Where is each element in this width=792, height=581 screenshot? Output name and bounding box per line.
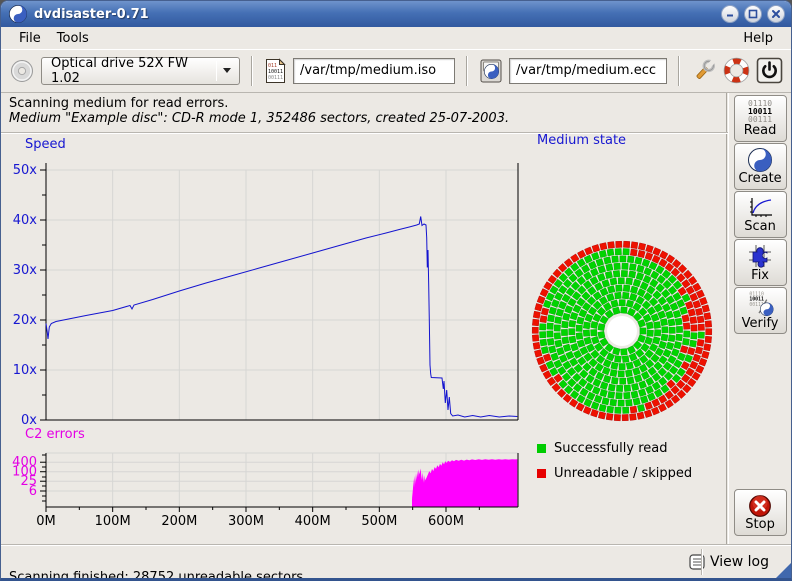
fix-button[interactable]: Fix xyxy=(734,239,787,286)
disc-hub-hole xyxy=(607,316,637,346)
chevron-down-icon xyxy=(223,68,231,73)
ecc-path-input[interactable] xyxy=(509,58,667,84)
legend-unreadable-label: Unreadable / skipped xyxy=(554,466,692,481)
legend-read-label: Successfully read xyxy=(554,441,667,456)
menubar: File Tools Help xyxy=(1,27,791,49)
toolbar-separator xyxy=(678,56,680,86)
action-sidebar: 01110 10011 00111 Read Create Scan xyxy=(729,93,791,544)
app-window: dvdisaster-0.71 File Tools Help Optical … xyxy=(0,0,792,581)
c2-errors-area xyxy=(412,459,517,506)
svg-text:20x: 20x xyxy=(13,313,38,328)
speed-line xyxy=(46,217,517,418)
yinyang-icon xyxy=(748,148,772,172)
legend-read: Successfully read xyxy=(537,441,667,456)
lifebuoy-icon xyxy=(723,57,750,84)
stop-button[interactable]: Stop xyxy=(734,489,787,536)
quit-button[interactable] xyxy=(756,57,783,84)
resize-grip[interactable] xyxy=(775,563,791,579)
combo-divider xyxy=(216,61,217,81)
svg-text:01110: 01110 xyxy=(749,291,764,297)
svg-text:400: 400 xyxy=(12,455,37,470)
puzzle-piece-icon xyxy=(747,243,773,269)
iso-file-icon: 011 10011 00111 xyxy=(264,58,287,84)
svg-text:400M: 400M xyxy=(295,514,331,529)
app-yinyang-icon xyxy=(9,5,27,23)
chart-panel: Scanning medium for read errors. Medium … xyxy=(1,93,726,544)
toolbar-separator xyxy=(466,56,468,86)
maximize-icon xyxy=(748,9,758,19)
wrench-icon xyxy=(691,58,717,84)
svg-text:100M: 100M xyxy=(95,514,131,529)
status-block: Scanning medium for read errors. Medium … xyxy=(9,96,509,126)
main-area: Scanning medium for read errors. Medium … xyxy=(1,93,791,544)
close-icon xyxy=(771,9,781,19)
svg-text:10011: 10011 xyxy=(749,297,764,303)
status-line1: Scanning medium for read errors. xyxy=(9,96,509,111)
minimize-icon xyxy=(725,9,735,19)
svg-text:50x: 50x xyxy=(13,163,38,178)
menu-file[interactable]: File xyxy=(11,29,49,48)
svg-text:30x: 30x xyxy=(13,263,38,278)
iso-path-input[interactable] xyxy=(293,58,455,84)
minimize-button[interactable] xyxy=(721,5,739,23)
svg-text:300M: 300M xyxy=(228,514,264,529)
create-button[interactable]: Create xyxy=(734,143,787,190)
svg-text:600M: 600M xyxy=(428,514,464,529)
read-swatch xyxy=(537,444,546,453)
svg-text:200M: 200M xyxy=(161,514,197,529)
charts-and-disc-canvas: 0x10x20x30x40x50x6251004000M100M200M300M… xyxy=(1,133,725,544)
iso-file-button[interactable]: 011 10011 00111 xyxy=(264,58,287,84)
stop-icon xyxy=(748,494,772,518)
drive-select-value: Optical drive 52X FW 1.02 xyxy=(51,56,210,86)
view-log-label: View log xyxy=(710,554,769,570)
verify-button[interactable]: 01110 10011 00111 Verify xyxy=(734,287,787,334)
optical-drive-icon xyxy=(9,58,35,84)
maximize-button[interactable] xyxy=(744,5,762,23)
help-lifebuoy-button[interactable] xyxy=(723,57,750,84)
status-bar: View log xyxy=(1,544,791,579)
unreadable-swatch xyxy=(537,469,546,478)
legend-unreadable: Unreadable / skipped xyxy=(537,466,692,481)
read-button[interactable]: 01110 10011 00111 Read xyxy=(734,95,787,142)
plots: Speed C2 errors Medium state 0x10x20x30x… xyxy=(1,133,725,544)
toolbar-separator xyxy=(251,56,253,86)
scan-button[interactable]: Scan xyxy=(734,191,787,238)
svg-text:0M: 0M xyxy=(36,514,56,529)
status-line2: Medium "Example disc": CD-R mode 1, 3524… xyxy=(9,111,509,126)
close-button[interactable] xyxy=(767,5,785,23)
menu-tools[interactable]: Tools xyxy=(49,29,97,48)
binary-read-icon: 01110 10011 00111 xyxy=(748,100,772,124)
ecc-file-button[interactable] xyxy=(479,58,503,84)
statusbar-divider xyxy=(701,549,703,575)
titlebar[interactable]: dvdisaster-0.71 xyxy=(1,1,791,27)
svg-text:40x: 40x xyxy=(13,213,38,228)
svg-text:0x: 0x xyxy=(21,413,37,428)
ecc-file-icon xyxy=(479,58,503,84)
window-title: dvdisaster-0.71 xyxy=(34,7,716,22)
verify-compare-icon: 01110 10011 00111 xyxy=(746,290,774,317)
medium-state-disc xyxy=(532,241,712,421)
menu-help[interactable]: Help xyxy=(735,29,781,48)
drive-select[interactable]: Optical drive 52X FW 1.02 xyxy=(41,57,240,85)
scan-plot-icon xyxy=(747,196,773,220)
preferences-button[interactable] xyxy=(691,58,717,84)
svg-text:00111: 00111 xyxy=(268,75,283,81)
svg-text:10x: 10x xyxy=(13,363,38,378)
svg-text:500M: 500M xyxy=(361,514,397,529)
toolbar: Optical drive 52X FW 1.02 011 10011 0011… xyxy=(1,49,791,93)
power-icon xyxy=(756,57,783,84)
